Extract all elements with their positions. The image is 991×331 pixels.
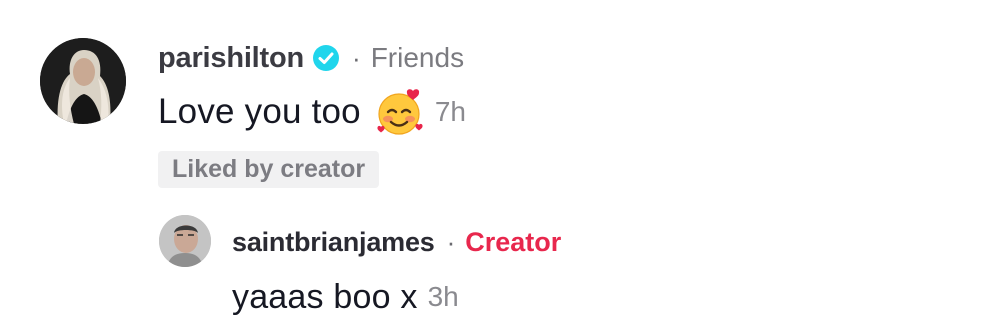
- creator-badge: Creator: [465, 226, 562, 257]
- reply-header: saintbrianjames · Creator: [232, 222, 561, 262]
- separator-dot: ·: [446, 227, 456, 257]
- reply-avatar[interactable]: [159, 215, 211, 267]
- reply-time: 3h: [427, 281, 459, 312]
- smiling-face-with-hearts-icon: [375, 87, 425, 137]
- separator-dot: ·: [352, 43, 361, 73]
- verified-badge-icon: [312, 44, 340, 72]
- user-photo-icon: [159, 215, 211, 267]
- comment-text: Love you too: [158, 92, 361, 131]
- avatar[interactable]: [40, 38, 126, 124]
- comment-body: Love you too 7h: [158, 86, 466, 138]
- username[interactable]: parishilton: [158, 42, 304, 75]
- user-photo-icon: [40, 38, 126, 124]
- comment-time: 7h: [434, 96, 466, 127]
- reply-body: yaaas boo x 3h: [232, 274, 459, 320]
- liked-by-creator-badge: Liked by creator: [158, 151, 380, 188]
- comment-header: parishilton · Friends: [158, 38, 464, 78]
- relation-label: Friends: [370, 42, 465, 73]
- reply-username[interactable]: saintbrianjames: [232, 227, 435, 258]
- reply-text: yaaas boo x: [232, 277, 418, 316]
